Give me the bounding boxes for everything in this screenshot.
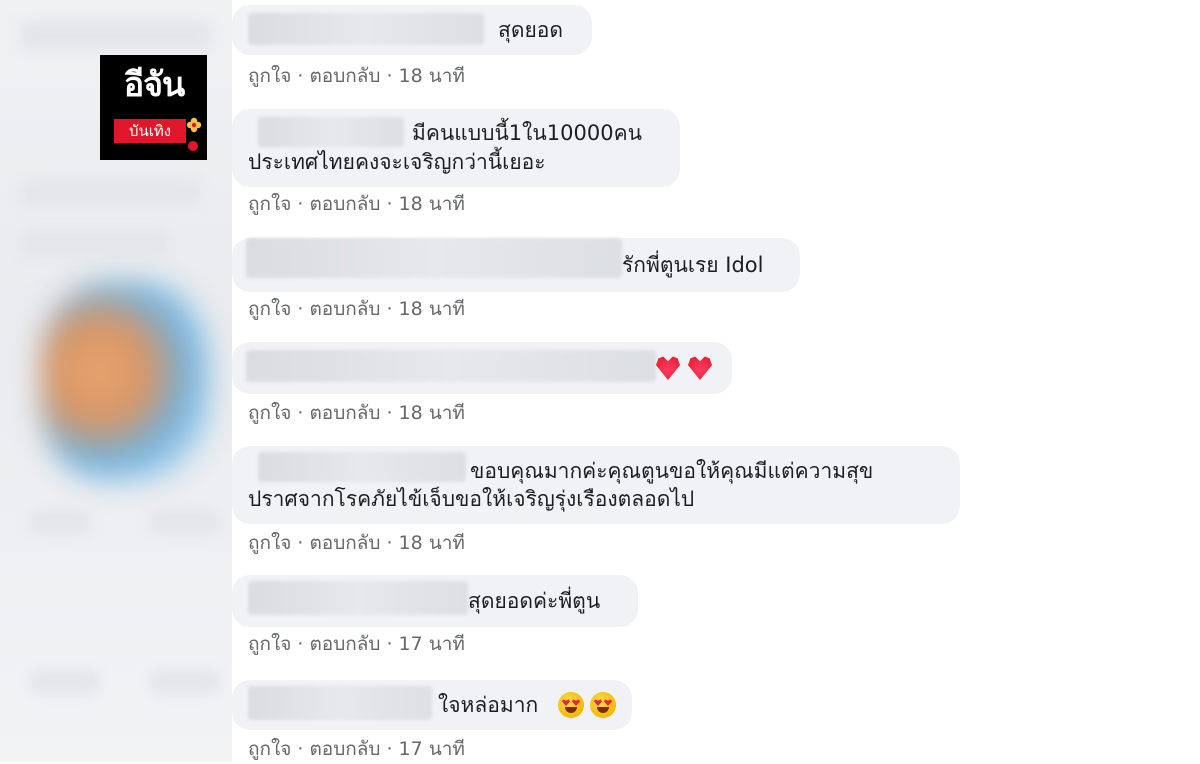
comment-text: มีคนแบบนี้1ใน10000คน — [412, 121, 642, 145]
comment-bubble: ขอบคุณมากค่ะคุณตูนขอให้คุณมีแต่ความสุข ป… — [232, 446, 960, 524]
comment-item: สุดยอดค่ะพี่ตูน ถูกใจ · ตอบกลับ · 17 นาที — [232, 575, 638, 655]
reply-button[interactable]: ตอบกลับ — [309, 402, 380, 424]
comment-item: ถูกใจ · ตอบกลับ · 18 นาที — [232, 342, 732, 424]
heart-eyes-emoji-icon — [590, 692, 616, 718]
comment-bubble: สุดยอดค่ะพี่ตูน — [232, 575, 638, 627]
commenter-name-blurred[interactable] — [248, 581, 468, 615]
comment-bubble: มีคนแบบนี้1ใน10000คน ประเทศไทยคงจะเจริญก… — [232, 109, 680, 187]
like-button[interactable]: ถูกใจ — [248, 65, 291, 87]
comment-text: ปราศจากโรคภัยไข้เจ็บขอให้เจริญรุ่งเรืองต… — [248, 487, 695, 511]
comment-bubble: สุดยอด — [232, 5, 592, 55]
comment-item: รักพี่ตูนเรย Idol ถูกใจ · ตอบกลับ · 18 นาที — [232, 238, 800, 320]
blurred-text-block — [20, 180, 200, 206]
commenter-name-blurred[interactable] — [258, 117, 404, 147]
commenter-name-blurred[interactable] — [248, 13, 484, 45]
logo-sub-text: บันเทิง — [114, 119, 186, 143]
logo-main-text: อีจัน — [123, 65, 186, 105]
comment-bubble: รักพี่ตูนเรย Idol — [232, 238, 800, 292]
reply-button[interactable]: ตอบกลับ — [309, 738, 380, 760]
comment-time[interactable]: 18 นาที — [399, 193, 465, 215]
comment-actions: ถูกใจ · ตอบกลับ · 18 นาที — [248, 65, 465, 87]
heart-eyes-emoji-icon — [558, 692, 584, 718]
reply-button[interactable]: ตอบกลับ — [309, 193, 380, 215]
comment-actions: ถูกใจ · ตอบกลับ · 18 นาที — [248, 532, 465, 554]
blurred-avatar — [40, 282, 210, 482]
comment-text: สุดยอดค่ะพี่ตูน — [468, 589, 601, 613]
like-button[interactable]: ถูกใจ — [248, 633, 291, 655]
comment-actions: ถูกใจ · ตอบกลับ · 17 นาที — [248, 633, 465, 655]
comment-text: ใจหล่อมาก — [438, 693, 539, 717]
flower-icon — [186, 117, 202, 133]
comment-item: ขอบคุณมากค่ะคุณตูนขอให้คุณมีแต่ความสุข ป… — [232, 446, 960, 554]
commenter-name-blurred[interactable] — [258, 452, 466, 482]
comment-text: ขอบคุณมากค่ะคุณตูนขอให้คุณมีแต่ความสุข — [470, 459, 874, 483]
comment-bubble — [232, 342, 732, 394]
blurred-text-block — [20, 20, 210, 50]
blurred-text-block — [30, 670, 100, 694]
comment-actions: ถูกใจ · ตอบกลับ · 18 นาที — [248, 193, 465, 215]
logo-dot — [188, 141, 198, 151]
commenter-name-blurred[interactable] — [246, 350, 656, 382]
comment-item: สุดยอด ถูกใจ · ตอบกลับ · 18 นาที — [232, 5, 592, 87]
like-button[interactable]: ถูกใจ — [248, 532, 291, 554]
comment-bubble: ใจหล่อมาก — [232, 680, 632, 730]
comment-item: ใจหล่อมาก ถูกใจ · ตอบกลับ · 17 นาที — [232, 680, 632, 760]
like-button[interactable]: ถูกใจ — [248, 402, 291, 424]
comment-time[interactable]: 17 นาที — [399, 633, 465, 655]
reply-button[interactable]: ตอบกลับ — [309, 298, 380, 320]
comment-time[interactable]: 18 นาที — [399, 298, 465, 320]
heart-icon — [688, 356, 712, 380]
like-button[interactable]: ถูกใจ — [248, 298, 291, 320]
commenter-name-blurred[interactable] — [248, 686, 432, 720]
comment-text: สุดยอด — [498, 18, 564, 42]
blurred-text-block — [20, 230, 170, 256]
blurred-text-block — [30, 510, 90, 534]
comment-time[interactable]: 18 นาที — [399, 532, 465, 554]
comment-actions: ถูกใจ · ตอบกลับ · 17 นาที — [248, 738, 465, 760]
reply-button[interactable]: ตอบกลับ — [309, 532, 380, 554]
comment-time[interactable]: 18 นาที — [399, 402, 465, 424]
reply-button[interactable]: ตอบกลับ — [309, 65, 380, 87]
heart-icon — [656, 356, 680, 380]
commenter-name-blurred[interactable] — [246, 238, 622, 278]
like-button[interactable]: ถูกใจ — [248, 738, 291, 760]
comment-text: ประเทศไทยคงจะเจริญกว่านี้เยอะ — [248, 150, 546, 174]
comment-time[interactable]: 18 นาที — [399, 65, 465, 87]
comment-time[interactable]: 17 นาที — [399, 738, 465, 760]
blurred-text-block — [150, 670, 220, 694]
like-button[interactable]: ถูกใจ — [248, 193, 291, 215]
blurred-text-block — [150, 510, 220, 534]
comment-item: มีคนแบบนี้1ใน10000คน ประเทศไทยคงจะเจริญก… — [232, 109, 680, 215]
comment-actions: ถูกใจ · ตอบกลับ · 18 นาที — [248, 402, 465, 424]
brand-logo: อีจัน บันเทิง — [100, 55, 207, 160]
reply-button[interactable]: ตอบกลับ — [309, 633, 380, 655]
comment-text: รักพี่ตูนเรย Idol — [622, 253, 764, 277]
comment-actions: ถูกใจ · ตอบกลับ · 18 นาที — [248, 298, 465, 320]
